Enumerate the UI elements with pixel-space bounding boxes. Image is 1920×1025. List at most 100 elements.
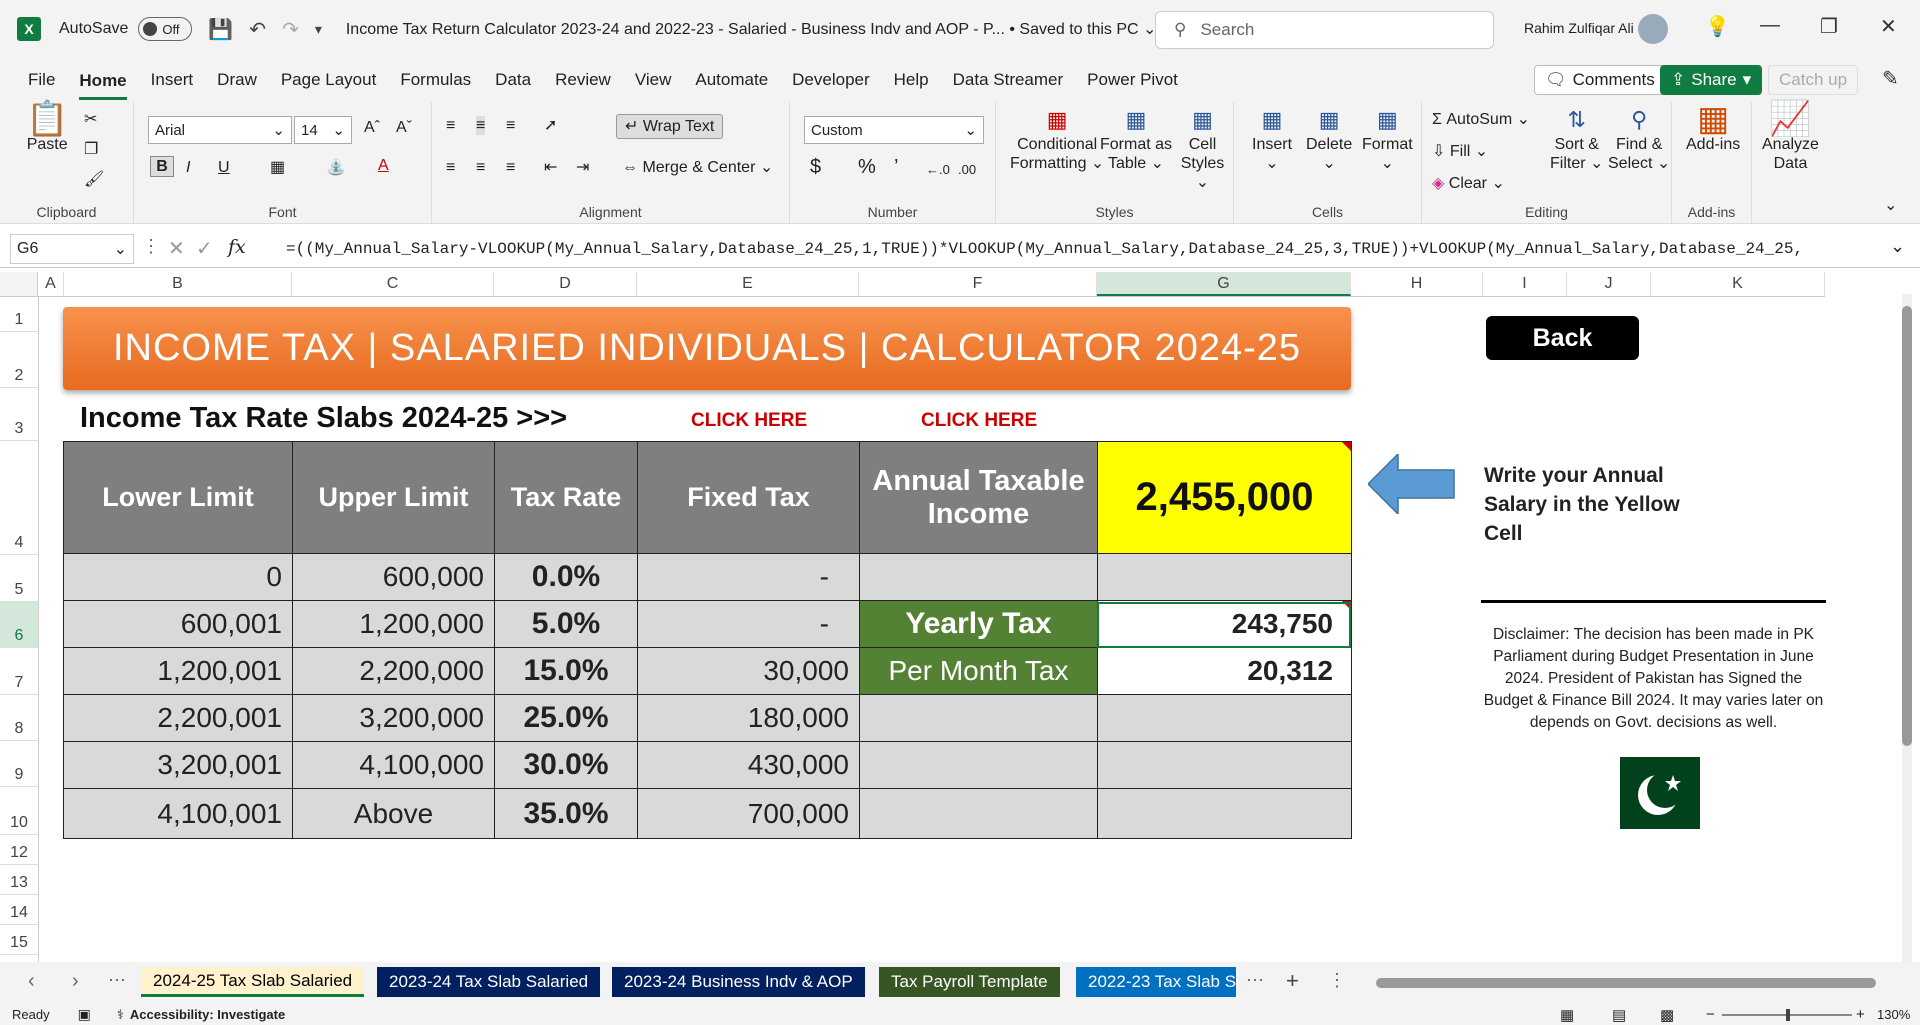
- empty-cell[interactable]: [1097, 741, 1352, 789]
- align-top-icon[interactable]: ≡: [446, 116, 455, 135]
- restore-icon[interactable]: ❐: [1820, 14, 1838, 39]
- row-header[interactable]: 2: [0, 332, 38, 388]
- close-icon[interactable]: ✕: [1880, 14, 1897, 39]
- annual-salary-input[interactable]: 2,455,000: [1097, 441, 1352, 554]
- document-title[interactable]: Income Tax Return Calculator 2023-24 and…: [346, 19, 1157, 39]
- orientation-icon[interactable]: ➚: [544, 116, 557, 135]
- row-header[interactable]: 3: [0, 388, 38, 441]
- menu-power-pivot[interactable]: Power Pivot: [1087, 60, 1178, 100]
- column-header[interactable]: D: [494, 272, 637, 296]
- zoom-in-icon[interactable]: +: [1856, 1006, 1865, 1023]
- lower-limit-cell[interactable]: 3,200,001: [63, 741, 293, 789]
- format-cells-button[interactable]: ▦ Format ⌄: [1362, 109, 1413, 173]
- more-sheets-icon[interactable]: ⋯: [108, 970, 126, 991]
- upper-limit-cell[interactable]: 3,200,000: [292, 694, 495, 742]
- align-middle-icon[interactable]: ≡: [476, 116, 486, 135]
- sheet-tab[interactable]: 2023-24 Tax Slab Salaried: [377, 967, 601, 997]
- paste-button[interactable]: 📋 Paste: [26, 102, 68, 154]
- increase-indent-icon[interactable]: ⇥: [576, 158, 589, 177]
- menu-file[interactable]: File: [28, 60, 55, 100]
- number-format-select[interactable]: Custom ⌄: [804, 116, 984, 144]
- zoom-out-icon[interactable]: −: [1706, 1006, 1715, 1023]
- row-header[interactable]: 5: [0, 555, 38, 602]
- increase-font-icon[interactable]: Aˆ: [364, 118, 380, 137]
- lower-limit-cell[interactable]: 600,001: [63, 600, 293, 648]
- column-header[interactable]: K: [1651, 272, 1825, 296]
- fixed-tax-cell[interactable]: -: [637, 553, 860, 601]
- menu-page-layout[interactable]: Page Layout: [281, 60, 376, 100]
- increase-decimal-icon[interactable]: ←.0: [926, 160, 950, 179]
- sheet-tab[interactable]: Tax Payroll Template: [879, 967, 1060, 997]
- prev-sheet-icon[interactable]: ‹: [28, 970, 35, 993]
- row-header[interactable]: 8: [0, 695, 38, 741]
- underline-icon[interactable]: U: [218, 158, 230, 177]
- column-header[interactable]: J: [1567, 272, 1651, 296]
- clear-button[interactable]: ◈ Clear ⌄: [1432, 174, 1505, 193]
- lightbulb-icon[interactable]: 💡: [1705, 14, 1730, 39]
- tax-rate-cell[interactable]: 30.0%: [494, 741, 638, 789]
- column-header[interactable]: A: [38, 272, 64, 296]
- horizontal-scrollbar[interactable]: [1376, 978, 1876, 988]
- header-lower-limit[interactable]: Lower Limit: [63, 441, 293, 554]
- row-header[interactable]: 15: [0, 925, 38, 955]
- column-header[interactable]: B: [64, 272, 292, 296]
- search-box[interactable]: ⚲ Search: [1155, 11, 1494, 49]
- tab-options-icon[interactable]: ⋮: [1328, 970, 1346, 991]
- fill-color-icon[interactable]: ⛲: [326, 158, 346, 177]
- lower-limit-cell[interactable]: 2,200,001: [63, 694, 293, 742]
- conditional-formatting-button[interactable]: ▦ Conditional Formatting ⌄: [1010, 109, 1104, 173]
- autosave-toggle[interactable]: Off: [138, 17, 193, 41]
- sheet-tab[interactable]: 2022-23 Tax Slab S: [1076, 967, 1236, 997]
- percent-icon[interactable]: %: [858, 157, 876, 177]
- empty-cell[interactable]: [859, 741, 1098, 789]
- page-layout-view-icon[interactable]: ▤: [1612, 1006, 1626, 1024]
- customize-qat-icon[interactable]: ▾: [315, 21, 322, 38]
- menu-draw[interactable]: Draw: [217, 60, 257, 100]
- save-icon[interactable]: 💾: [208, 17, 233, 42]
- insert-function-icon[interactable]: fx: [228, 236, 246, 258]
- menu-data-streamer[interactable]: Data Streamer: [953, 60, 1064, 100]
- share-button[interactable]: ⇪ Share ▾: [1660, 65, 1763, 95]
- tax-rate-cell[interactable]: 15.0%: [494, 647, 638, 695]
- decrease-decimal-icon[interactable]: .00: [958, 160, 976, 179]
- back-button[interactable]: Back: [1486, 316, 1639, 360]
- user-name[interactable]: Rahim Zulfiqar Ali: [1524, 20, 1634, 36]
- fixed-tax-cell[interactable]: 180,000: [637, 694, 860, 742]
- lower-limit-cell[interactable]: 4,100,001: [63, 788, 293, 839]
- find-select-button[interactable]: ⚲ Find & Select ⌄: [1608, 109, 1670, 173]
- row-header-selected[interactable]: 6: [0, 602, 38, 648]
- tax-rate-cell[interactable]: 5.0%: [494, 600, 638, 648]
- decrease-indent-icon[interactable]: ⇤: [544, 158, 557, 177]
- align-center-icon[interactable]: ≡: [476, 158, 485, 177]
- font-size-select[interactable]: 14 ⌄: [294, 116, 352, 144]
- align-left-icon[interactable]: ≡: [446, 158, 455, 177]
- menu-formulas[interactable]: Formulas: [400, 60, 471, 100]
- zoom-level[interactable]: 130%: [1877, 1007, 1910, 1022]
- fixed-tax-cell[interactable]: 430,000: [637, 741, 860, 789]
- column-header[interactable]: C: [292, 272, 494, 296]
- upper-limit-cell[interactable]: 600,000: [292, 553, 495, 601]
- column-header[interactable]: H: [1351, 272, 1483, 296]
- vertical-scrollbar[interactable]: [1902, 294, 1912, 962]
- insert-cells-button[interactable]: ▦ Insert ⌄: [1252, 109, 1292, 173]
- macro-record-icon[interactable]: ▣: [78, 1006, 91, 1023]
- menu-view[interactable]: View: [635, 60, 672, 100]
- decrease-font-icon[interactable]: Aˇ: [396, 118, 412, 137]
- zoom-slider[interactable]: [1722, 1009, 1852, 1021]
- menu-insert[interactable]: Insert: [151, 60, 194, 100]
- empty-cell[interactable]: [859, 553, 1098, 601]
- name-box[interactable]: G6 ⌄: [10, 234, 134, 264]
- lower-limit-cell[interactable]: 0: [63, 553, 293, 601]
- column-header[interactable]: I: [1483, 272, 1567, 296]
- select-all-corner[interactable]: [0, 272, 38, 296]
- lower-limit-cell[interactable]: 1,200,001: [63, 647, 293, 695]
- page-break-view-icon[interactable]: ▩: [1660, 1006, 1674, 1024]
- fixed-tax-cell[interactable]: 30,000: [637, 647, 860, 695]
- row-header[interactable]: 7: [0, 648, 38, 695]
- currency-icon[interactable]: $: [810, 157, 821, 177]
- header-tax-rate[interactable]: Tax Rate: [494, 441, 638, 554]
- menu-home[interactable]: Home: [79, 61, 127, 100]
- next-sheet-icon[interactable]: ›: [72, 970, 79, 993]
- merge-center-button[interactable]: ⇔ Merge & Center ⌄: [622, 158, 773, 177]
- zoom-slider-thumb[interactable]: [1786, 1009, 1790, 1021]
